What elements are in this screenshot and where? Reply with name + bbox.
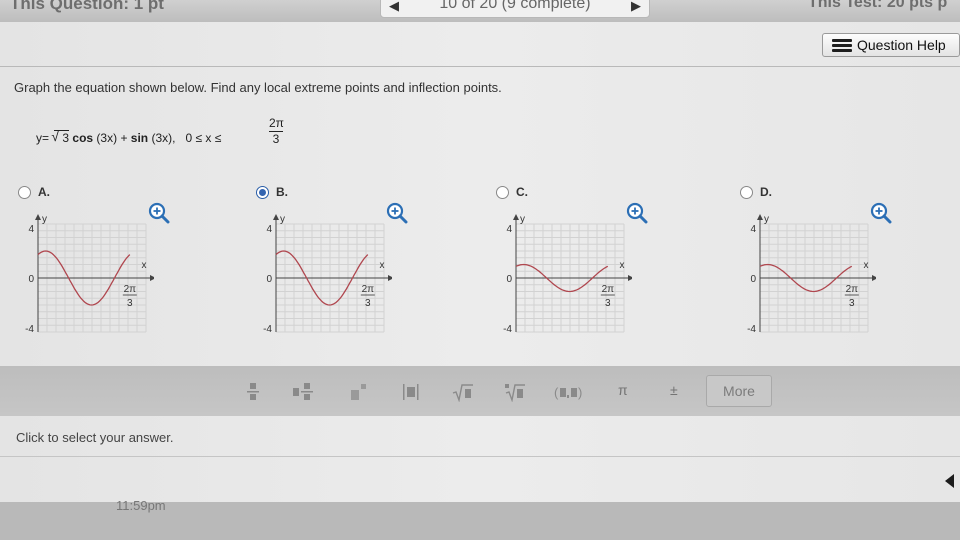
y-axis-label: y <box>42 214 47 225</box>
nth-root-tool[interactable] <box>504 382 526 405</box>
x-axis-label: x <box>620 260 625 271</box>
x-tick-numerator: 2π <box>362 284 375 295</box>
svg-text:): ) <box>578 385 582 400</box>
eq-prefix: y= <box>36 131 50 145</box>
eq-plus: + <box>120 131 128 145</box>
y-tick-bottom: -4 <box>25 324 34 335</box>
y-tick-bottom: -4 <box>747 324 756 335</box>
eq-domain-fraction: 2π 3 <box>269 116 284 146</box>
option-radio[interactable] <box>740 186 753 199</box>
y-tick-zero: 0 <box>266 274 272 285</box>
eq-cos-arg: (3x) <box>96 131 118 145</box>
absolute-value-tool[interactable] <box>402 382 420 405</box>
x-tick-numerator: 2π <box>602 284 615 295</box>
mixed-number-icon <box>293 383 313 400</box>
exponent-tool[interactable] <box>350 382 368 405</box>
ordered-pair-tool[interactable]: () <box>554 382 584 405</box>
option-letter: D. <box>760 185 772 199</box>
eq-frac-denominator: 3 <box>272 132 280 146</box>
eq-domain: 0 ≤ x ≤ <box>185 131 222 145</box>
y-tick-top: 4 <box>28 224 34 235</box>
more-button[interactable]: More <box>706 375 772 407</box>
absolute-value-icon <box>403 384 419 400</box>
question-instruction: Graph the equation shown below. Find any… <box>14 80 502 95</box>
eq-sin: sin <box>130 131 149 145</box>
eq-sin-arg: (3x), <box>151 131 176 145</box>
option-radio[interactable] <box>256 186 269 199</box>
x-axis-label: x <box>142 260 147 271</box>
test-points: This Test: 20 pts p <box>808 0 948 11</box>
y-tick-zero: 0 <box>28 274 34 285</box>
next-question-icon[interactable]: ▶ <box>631 0 641 14</box>
footer: 11:59pm <box>0 498 960 540</box>
option-radio[interactable] <box>18 186 31 199</box>
y-tick-bottom: -4 <box>503 324 512 335</box>
option-letter: B. <box>276 185 288 199</box>
math-toolbar: () π ± More <box>0 366 960 416</box>
option-graph: y4 0 -4 x 2π 3 <box>747 214 876 335</box>
top-bar: This Question: 1 pt ◀ 10 of 20 (9 comple… <box>0 0 960 22</box>
question-points: This Question: 1 pt <box>10 0 164 13</box>
option-graph: y4 0 -4 x 2π 3 <box>263 214 392 335</box>
y-tick-top: 4 <box>750 224 756 235</box>
progress-text: 10 of 20 (9 complete) <box>439 0 591 12</box>
eq-sqrt-arg: 3 <box>62 131 70 145</box>
list-icon <box>832 39 852 52</box>
x-tick-denominator: 3 <box>849 298 855 309</box>
y-axis-label: y <box>280 214 285 225</box>
y-tick-zero: 0 <box>506 274 512 285</box>
y-tick-top: 4 <box>506 224 512 235</box>
option-letter: C. <box>516 185 528 199</box>
plus-minus-tool[interactable]: ± <box>670 382 678 398</box>
x-tick-denominator: 3 <box>365 298 371 309</box>
option-graph: y4 0 -4 x 2π 3 <box>503 214 632 335</box>
option-b[interactable]: B. y 4 0 -4 x 2π 3 <box>256 184 408 344</box>
previous-question-icon[interactable]: ◀ <box>389 0 399 14</box>
option-graph: y4 0 -4 x 2π 3 <box>25 214 154 335</box>
question-navigator[interactable]: ◀ 10 of 20 (9 complete) ▶ <box>380 0 650 18</box>
option-radio[interactable] <box>496 186 509 199</box>
question-help-button[interactable]: Question Help <box>822 33 960 57</box>
x-tick-denominator: 3 <box>605 298 611 309</box>
y-tick-top: 4 <box>266 224 272 235</box>
eq-frac-numerator: 2π <box>269 116 284 132</box>
divider <box>0 66 960 67</box>
x-axis-label: x <box>864 260 869 271</box>
exponent-icon <box>351 384 366 400</box>
clock-time: 11:59pm <box>116 498 166 513</box>
pi-tool[interactable]: π <box>618 382 628 398</box>
status-message: Click to select your answer. <box>16 430 174 445</box>
option-a[interactable]: A. y 4 0 -4 x 2π 3 <box>18 184 170 344</box>
x-tick-numerator: 2π <box>846 284 859 295</box>
square-root-tool[interactable] <box>452 382 474 405</box>
option-c[interactable]: C. y 4 0 -4 x 2π 3 <box>496 184 648 344</box>
option-d[interactable]: D. y 4 0 -4 x 2π 3 <box>740 184 892 344</box>
x-tick-denominator: 3 <box>127 298 133 309</box>
question-help-label: Question Help <box>857 37 946 53</box>
mixed-number-tool[interactable] <box>292 382 314 405</box>
x-tick-numerator: 2π <box>124 284 137 295</box>
fraction-icon <box>247 383 259 400</box>
y-tick-bottom: -4 <box>263 324 272 335</box>
question-panel: Question Help Graph the equation shown b… <box>0 22 960 502</box>
eq-cos: cos <box>72 131 94 145</box>
option-letter: A. <box>38 185 50 199</box>
svg-text:(: ( <box>554 385 559 400</box>
sqrt-symbol: 3 <box>51 128 70 145</box>
y-axis-label: y <box>520 214 525 225</box>
left-arrow-icon[interactable] <box>945 474 954 488</box>
y-axis-label: y <box>764 214 769 225</box>
equation: y= 3 cos (3x) + sin (3x), 0 ≤ x ≤ 2π 3 <box>36 116 336 156</box>
nth-root-icon <box>505 384 525 403</box>
divider <box>0 456 960 457</box>
fraction-tool[interactable] <box>246 382 260 405</box>
ordered-pair-icon: () <box>554 385 582 400</box>
x-axis-label: x <box>380 260 385 271</box>
y-tick-zero: 0 <box>750 274 756 285</box>
square-root-icon <box>452 384 473 403</box>
